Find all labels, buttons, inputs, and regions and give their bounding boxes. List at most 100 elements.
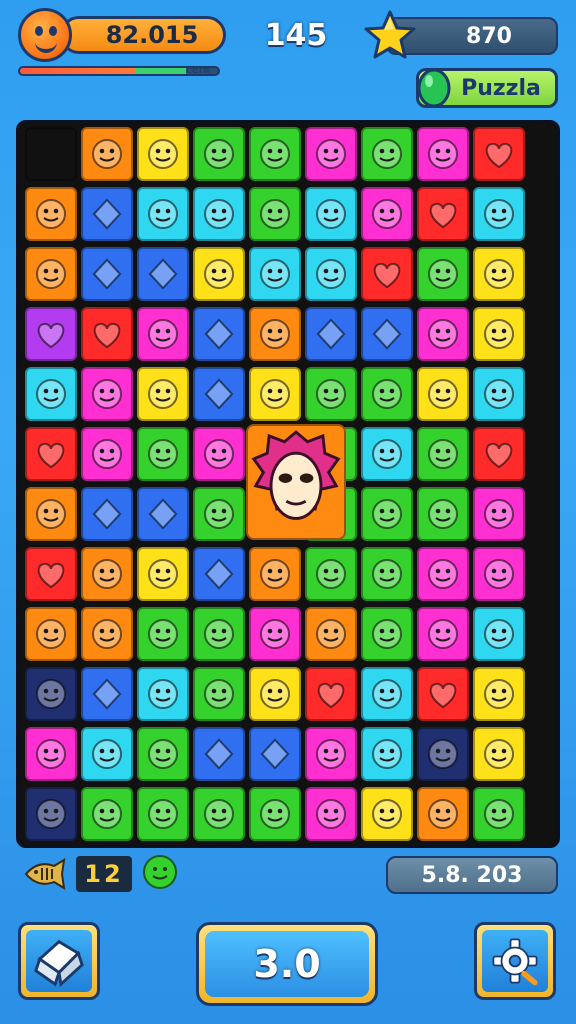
board-tile[interactable]	[361, 547, 413, 601]
board-tile[interactable]	[417, 187, 469, 241]
board-tile[interactable]	[137, 247, 189, 301]
board-tile[interactable]	[25, 487, 77, 541]
player-avatar-icon[interactable]	[18, 8, 72, 62]
board-tile[interactable]	[137, 607, 189, 661]
board-tile[interactable]	[361, 487, 413, 541]
board-tile[interactable]	[249, 247, 301, 301]
board-tile[interactable]	[473, 427, 525, 481]
board-tile[interactable]	[81, 127, 133, 181]
board-tile[interactable]	[473, 667, 525, 721]
board-tile[interactable]	[81, 787, 133, 841]
board-tile[interactable]	[361, 667, 413, 721]
board-tile[interactable]	[473, 547, 525, 601]
board-tile[interactable]	[81, 727, 133, 781]
board-tile[interactable]	[249, 667, 301, 721]
board-tile[interactable]	[417, 727, 469, 781]
board-tile[interactable]	[417, 487, 469, 541]
board-tile[interactable]	[25, 727, 77, 781]
board-tile[interactable]	[249, 607, 301, 661]
settings-button[interactable]	[474, 922, 556, 1000]
board-tile[interactable]	[249, 187, 301, 241]
board-tile[interactable]	[361, 367, 413, 421]
board-tile[interactable]	[25, 667, 77, 721]
board-tile[interactable]	[25, 547, 77, 601]
board-tile[interactable]	[361, 307, 413, 361]
board-tile[interactable]	[361, 427, 413, 481]
board-tile[interactable]	[25, 187, 77, 241]
board-tile[interactable]	[137, 187, 189, 241]
board-tile[interactable]	[473, 127, 525, 181]
board-tile[interactable]	[81, 247, 133, 301]
board-tile[interactable]	[137, 367, 189, 421]
board-tile[interactable]	[81, 187, 133, 241]
board-tile[interactable]	[305, 787, 357, 841]
board-tile[interactable]	[361, 127, 413, 181]
board-tile[interactable]	[417, 307, 469, 361]
board-tile[interactable]	[81, 607, 133, 661]
board-tile[interactable]	[25, 247, 77, 301]
board-tile[interactable]	[473, 307, 525, 361]
board-tile[interactable]	[361, 247, 413, 301]
board-tile[interactable]	[81, 367, 133, 421]
board-tile[interactable]	[25, 607, 77, 661]
board-tile[interactable]	[81, 667, 133, 721]
board-tile[interactable]	[417, 427, 469, 481]
board-tile[interactable]	[473, 187, 525, 241]
board-tile[interactable]	[305, 307, 357, 361]
board-tile[interactable]	[193, 187, 245, 241]
board-tile[interactable]	[417, 367, 469, 421]
board-tile[interactable]	[305, 667, 357, 721]
board-tile[interactable]	[473, 487, 525, 541]
play-button[interactable]: 3.0	[196, 922, 378, 1006]
board-tile[interactable]	[137, 487, 189, 541]
board-tile[interactable]	[417, 127, 469, 181]
board-tile[interactable]	[361, 607, 413, 661]
board-tile[interactable]	[193, 247, 245, 301]
board-tile[interactable]	[473, 367, 525, 421]
board-tile[interactable]	[193, 367, 245, 421]
board-tile[interactable]	[361, 787, 413, 841]
board-tile[interactable]	[81, 307, 133, 361]
board-tile[interactable]	[249, 547, 301, 601]
board-tile[interactable]	[81, 547, 133, 601]
board-tile[interactable]	[249, 727, 301, 781]
board-tile[interactable]	[81, 487, 133, 541]
board-tile[interactable]	[361, 727, 413, 781]
board-tile[interactable]	[137, 127, 189, 181]
board-tile[interactable]	[193, 307, 245, 361]
board-tile[interactable]	[417, 247, 469, 301]
board-tile[interactable]	[25, 307, 77, 361]
board-tile[interactable]	[305, 247, 357, 301]
board-tile[interactable]	[193, 787, 245, 841]
board-tile[interactable]	[193, 427, 245, 481]
board-tile[interactable]	[473, 607, 525, 661]
board-tile[interactable]	[417, 607, 469, 661]
board-tile[interactable]	[361, 187, 413, 241]
board-tile[interactable]	[249, 787, 301, 841]
board-tile[interactable]	[25, 787, 77, 841]
board-tile[interactable]	[81, 427, 133, 481]
board-tile[interactable]	[417, 667, 469, 721]
special-mask-tile[interactable]	[246, 424, 346, 540]
board-tile[interactable]	[193, 127, 245, 181]
board-tile[interactable]	[305, 127, 357, 181]
board-tile[interactable]	[417, 547, 469, 601]
shuffle-button[interactable]	[18, 922, 100, 1000]
board-tile[interactable]	[193, 607, 245, 661]
board-tile[interactable]	[473, 787, 525, 841]
board-tile[interactable]	[305, 187, 357, 241]
board-tile[interactable]	[305, 547, 357, 601]
board-tile[interactable]	[193, 487, 245, 541]
board-tile[interactable]	[249, 127, 301, 181]
board-tile[interactable]	[305, 727, 357, 781]
board-tile[interactable]	[25, 427, 77, 481]
board-tile[interactable]	[137, 787, 189, 841]
board-tile[interactable]	[473, 247, 525, 301]
board-tile[interactable]	[137, 667, 189, 721]
board-tile[interactable]	[137, 307, 189, 361]
board-tile[interactable]	[305, 367, 357, 421]
board-tile[interactable]	[137, 547, 189, 601]
board-tile[interactable]	[305, 607, 357, 661]
board-tile[interactable]	[137, 727, 189, 781]
board-tile[interactable]	[25, 367, 77, 421]
